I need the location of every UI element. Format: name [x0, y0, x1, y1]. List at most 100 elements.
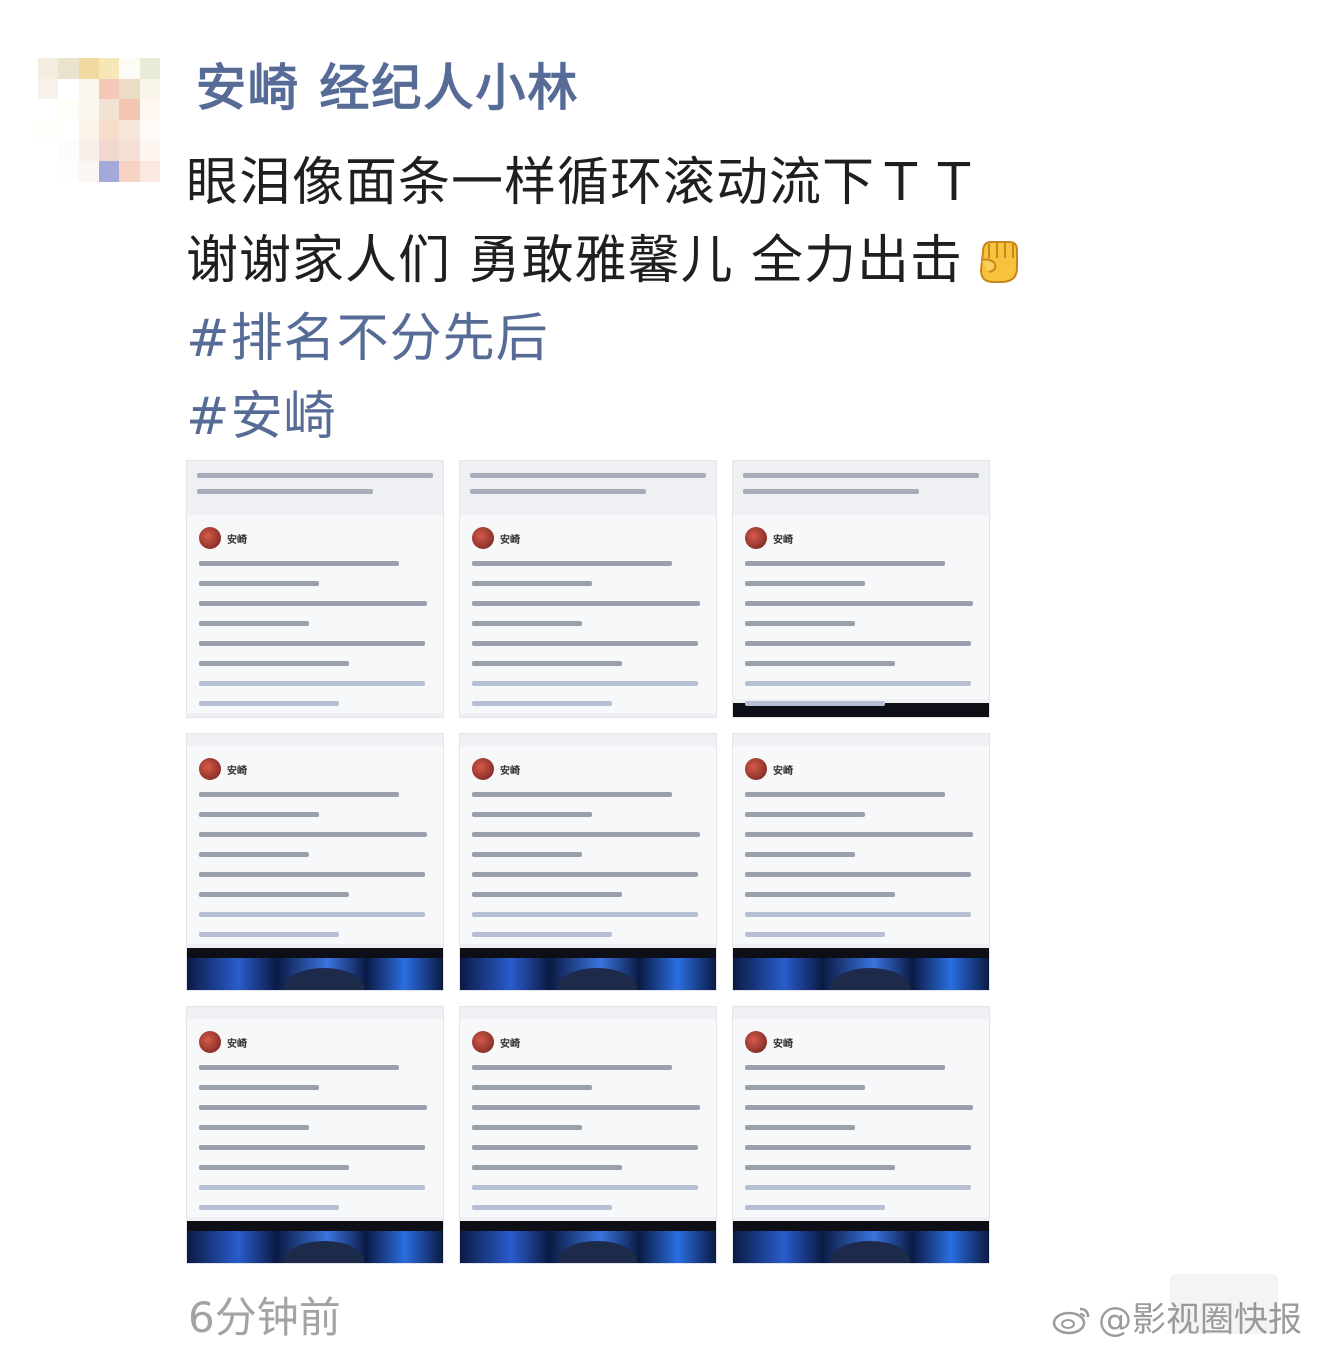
card-text-line [745, 641, 971, 646]
grid-image-4[interactable]: 安崎 [186, 733, 444, 991]
snippet-line [197, 489, 373, 494]
card-text-line [199, 812, 319, 817]
post-card: 安崎 [187, 515, 443, 713]
card-text-line [199, 1145, 425, 1150]
card-text-line [472, 792, 672, 797]
card-avatar [472, 1031, 494, 1053]
post-card: 安崎 [460, 1019, 716, 1217]
grid-image-9[interactable]: 安崎 [732, 1006, 990, 1264]
watermark-text: @影视圈快报 [1098, 1300, 1302, 1340]
card-author: 安崎 [773, 766, 793, 777]
card-text-line [745, 581, 865, 586]
image-dark-strip [187, 1221, 443, 1231]
card-author: 安崎 [227, 535, 247, 546]
card-text-line [199, 932, 339, 937]
card-text-line [745, 932, 885, 937]
avatar[interactable] [38, 58, 160, 182]
post-text-line-2: 谢谢家人们 勇敢雅馨儿 全力出击 [186, 218, 1025, 293]
snippet-line [743, 489, 919, 494]
hashtag-ranking[interactable]: #排名不分先后 [186, 296, 549, 371]
post-card: 安崎 [460, 746, 716, 944]
card-avatar [199, 1031, 221, 1053]
card-text-line [472, 1165, 622, 1170]
grid-image-8[interactable]: 安崎 [459, 1006, 717, 1264]
card-avatar [745, 1031, 767, 1053]
card-text-line [472, 832, 700, 837]
card-text-line [199, 681, 425, 686]
weibo-logo-icon [1052, 1303, 1092, 1335]
image-dark-strip [733, 948, 989, 958]
card-text-line [199, 1065, 399, 1070]
card-author: 安崎 [227, 766, 247, 777]
grid-image-1[interactable]: 安崎 [186, 460, 444, 718]
grid-image-7[interactable]: 安崎 [186, 1006, 444, 1264]
image-dark-strip [460, 948, 716, 958]
card-text-line [199, 1185, 425, 1190]
card-text-line [199, 1105, 427, 1110]
card-text-line [745, 1165, 895, 1170]
card-text-line [472, 1185, 698, 1190]
post-card: 安崎 [187, 1019, 443, 1217]
card-text-line [472, 872, 698, 877]
card-text-line [199, 792, 399, 797]
image-stage-strip [460, 958, 716, 990]
card-avatar [472, 527, 494, 549]
card-text-line [745, 852, 855, 857]
grid-image-5[interactable]: 安崎 [459, 733, 717, 991]
card-text-line [745, 792, 945, 797]
card-text-line [472, 1205, 612, 1210]
card-text-line [745, 601, 973, 606]
grid-image-6[interactable]: 安崎 [732, 733, 990, 991]
card-author: 安崎 [500, 535, 520, 546]
snippet-line [743, 473, 979, 478]
card-text-line [745, 1125, 855, 1130]
post-text-line-1: 眼泪像面条一样循环滚动流下ＴＴ [186, 153, 982, 213]
card-text-line [472, 1065, 672, 1070]
card-text-line [472, 681, 698, 686]
card-text-line [472, 1085, 592, 1090]
card-text-line [199, 561, 399, 566]
card-text-line [745, 912, 971, 917]
snippet-line [470, 489, 646, 494]
card-text-line [745, 1185, 971, 1190]
hashtag-anqi[interactable]: #安崎 [186, 374, 337, 449]
card-text-line [472, 1105, 700, 1110]
card-text-line [199, 912, 425, 917]
grid-image-3[interactable]: 安崎 [732, 460, 990, 718]
card-text-line [745, 872, 971, 877]
card-text-line [199, 601, 427, 606]
post-card: 安崎 [733, 746, 989, 944]
image-dark-strip [187, 948, 443, 958]
card-text-line [472, 621, 582, 626]
card-text-line [472, 701, 612, 706]
card-text-line [745, 561, 945, 566]
grid-image-2[interactable]: 安崎 [459, 460, 717, 718]
post-card: 安崎 [460, 515, 716, 713]
image-grid: 安崎 安崎 安崎 安崎 安崎 安崎 安崎 安崎 安崎 [186, 460, 990, 1264]
card-author: 安崎 [500, 766, 520, 777]
card-text-line [472, 812, 592, 817]
card-text-line [199, 1085, 319, 1090]
card-text-line [745, 1065, 945, 1070]
post-username[interactable]: 安崎 经纪人小林 [196, 48, 579, 120]
card-text-line [199, 641, 425, 646]
card-text-line [745, 892, 895, 897]
post-card: 安崎 [187, 746, 443, 944]
card-author: 安崎 [773, 535, 793, 546]
image-stage-strip [187, 1231, 443, 1263]
card-author: 安崎 [500, 1039, 520, 1050]
snippet-line [470, 473, 706, 478]
card-text-line [472, 1145, 698, 1150]
post-text-line-2-content: 谢谢家人们 勇敢雅馨儿 全力出击 [186, 231, 964, 291]
card-text-line [745, 1145, 971, 1150]
card-text-line [199, 661, 349, 666]
card-text-line [472, 852, 582, 857]
watermark: @影视圈快报 [1052, 1292, 1302, 1341]
card-text-line [472, 1125, 582, 1130]
card-text-line [199, 872, 425, 877]
image-dark-strip [733, 1221, 989, 1231]
card-text-line [199, 701, 339, 706]
card-text-line [199, 832, 427, 837]
card-text-line [745, 681, 971, 686]
card-text-line [199, 1205, 339, 1210]
